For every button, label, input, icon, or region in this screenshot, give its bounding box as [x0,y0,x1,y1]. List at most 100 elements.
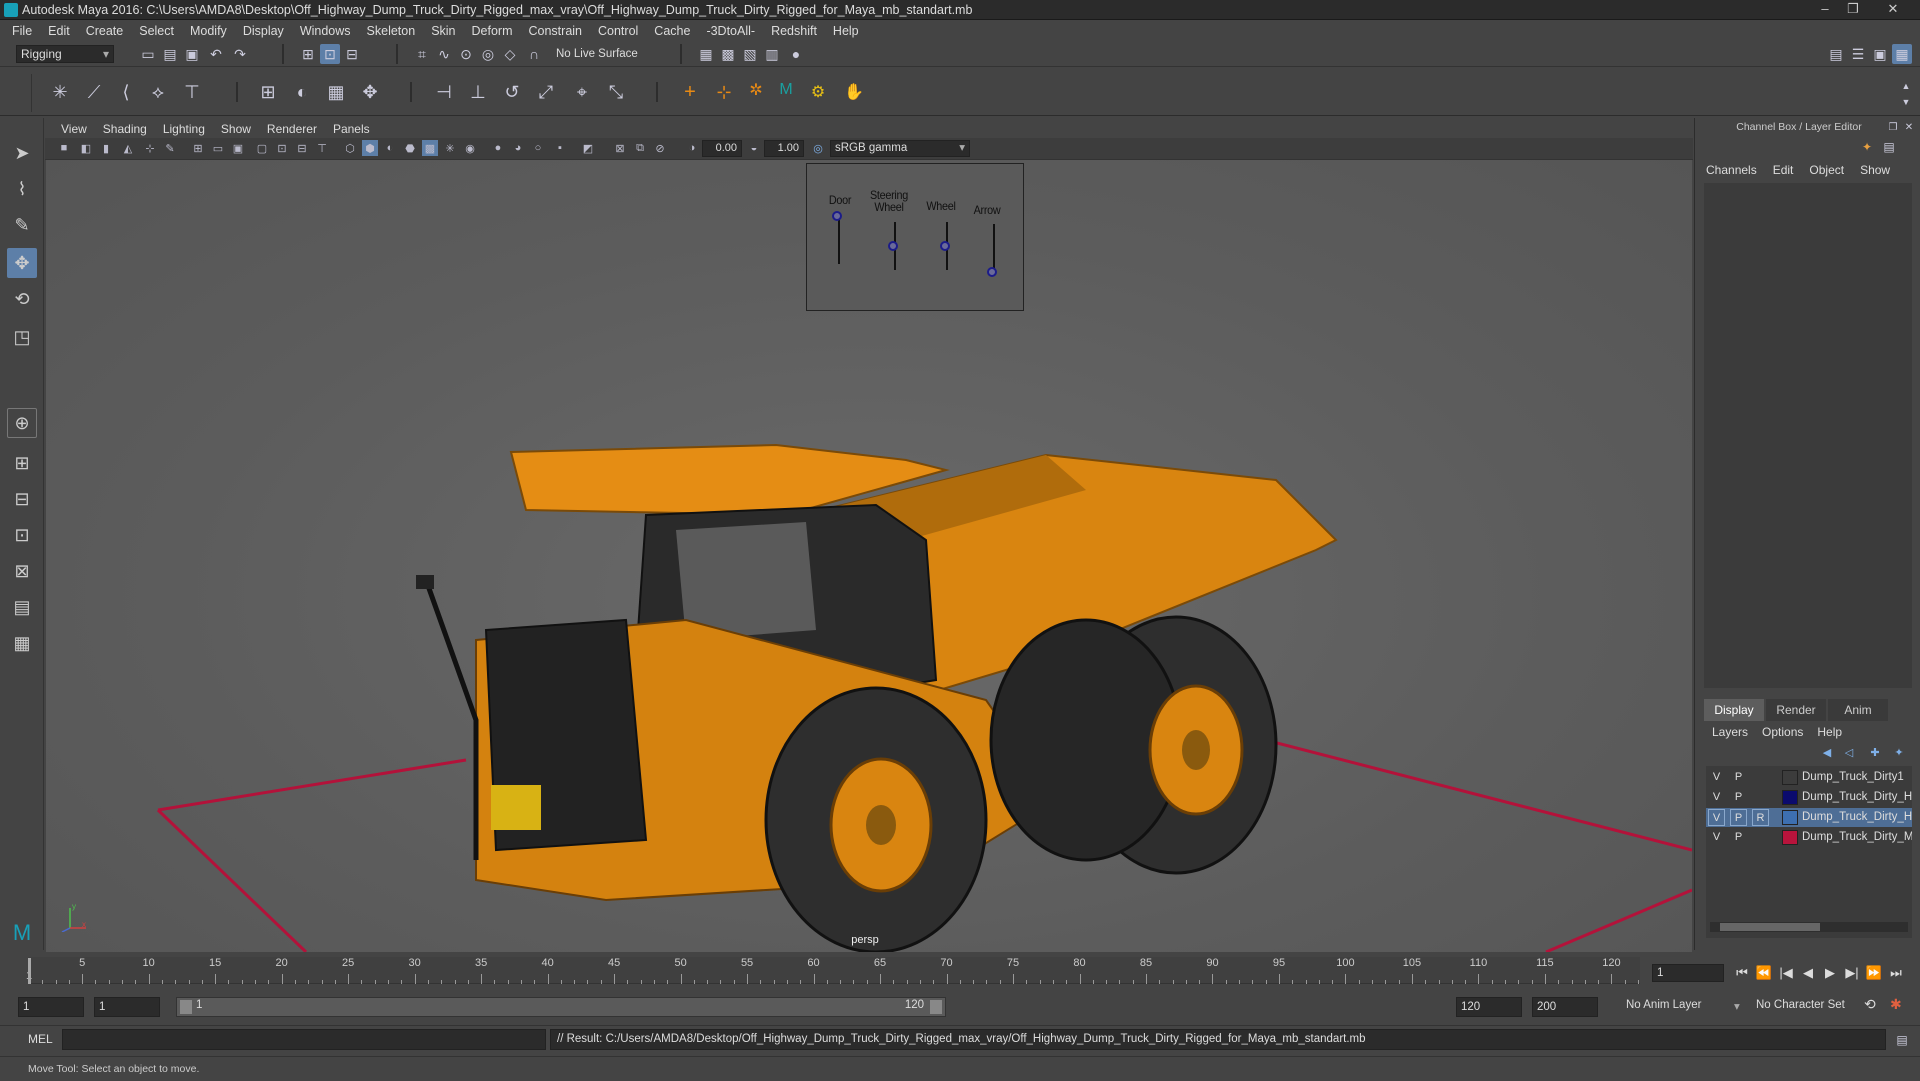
grease-pencil-icon[interactable]: ✎ [162,140,178,156]
menu-file[interactable]: File [4,24,40,38]
play-forwards-button[interactable]: ▶ [1820,963,1840,983]
attribute-icon[interactable]: ▤ [1880,138,1898,156]
locator-joint-icon[interactable]: ⊹ [714,82,734,102]
script-editor-icon[interactable]: ▤ [1892,1030,1912,1050]
tab-display[interactable]: Display [1704,699,1764,721]
layer-playback-toggle[interactable]: P [1730,829,1747,846]
menu-3dtoall[interactable]: -3DtoAll- [698,24,763,38]
close-panel-icon[interactable]: ✕ [1902,120,1916,134]
textured-icon[interactable]: ⬣ [402,140,418,156]
play-backwards-button[interactable]: ◀ [1798,963,1818,983]
snap-grid-icon[interactable]: ⌗ [412,44,432,64]
scrollbar-thumb[interactable] [1720,923,1820,931]
film-gate-icon[interactable]: ▭ [210,140,226,156]
menu-cache[interactable]: Cache [646,24,698,38]
layer-playback-toggle[interactable]: P [1730,769,1747,786]
viewport-menu-show[interactable]: Show [213,122,259,136]
grid-toggle-icon[interactable]: ⊞ [190,140,206,156]
smooth-bind-icon[interactable]: ⊞ [258,82,278,102]
backface-culling-icon[interactable]: ⊘ [652,140,668,156]
layer-display-type-toggle[interactable] [1752,829,1769,846]
layer-playback-toggle[interactable]: P [1730,809,1747,826]
hypershade-icon[interactable]: ● [786,44,806,64]
layer-color-swatch[interactable] [1782,830,1798,845]
animation-end-field[interactable]: 200 [1532,997,1598,1017]
anim-layer-dropdown-arrow[interactable]: ▾ [1734,999,1740,1013]
save-scene-icon[interactable]: ▣ [182,44,202,64]
layer-visibility-toggle[interactable]: V [1708,789,1725,806]
wheel-slider-knob[interactable] [940,241,950,251]
gate-mask-icon[interactable]: ▢ [254,140,270,156]
camera-attributes-icon[interactable]: ◧ [78,140,94,156]
lasso-tool-icon[interactable]: ⌇ [7,174,37,204]
tab-anim[interactable]: Anim [1828,699,1888,721]
layer-display-type-toggle[interactable] [1752,789,1769,806]
attribute-editor-icon[interactable]: ☰ [1848,44,1868,64]
script-language-toggle[interactable]: MEL [28,1032,53,1046]
character-set-dropdown[interactable]: No Character Set [1756,999,1845,1011]
close-button[interactable]: ✕ [1880,0,1906,18]
menu-modify[interactable]: Modify [182,24,235,38]
orient-constraint-icon[interactable]: ↺ [502,82,522,102]
step-forward-frame-button[interactable]: ▶| [1842,963,1862,983]
ik-handle-icon[interactable]: ⟡ [148,82,168,102]
range-end-handle[interactable] [930,1000,942,1014]
layer-playback-toggle[interactable]: P [1730,789,1747,806]
playback-end-field[interactable]: 120 [1456,997,1522,1017]
exposure-field[interactable]: 0.00 [702,140,742,157]
mirror-joint-icon[interactable]: ⟨ [116,82,136,102]
menu-display[interactable]: Display [235,24,292,38]
anim-layer-dropdown[interactable]: No Anim Layer [1626,999,1701,1011]
layer-row-selected[interactable]: V P R Dump_Truck_Dirty_Hel [1706,808,1912,827]
move-layer-up-icon[interactable]: ◀ [1818,743,1836,761]
current-frame-field[interactable]: 1 [1652,964,1724,982]
viewport-menu-shading[interactable]: Shading [95,122,155,136]
menu-create[interactable]: Create [78,24,132,38]
edit-menu[interactable]: Edit [1773,163,1810,177]
layer-visibility-toggle[interactable]: V [1708,829,1725,846]
insert-joint-icon[interactable]: ⟋ [84,82,104,102]
auto-key-icon[interactable]: ⟲ [1864,996,1876,1013]
animation-start-field[interactable]: 1 [18,997,84,1017]
menu-redshift[interactable]: Redshift [763,24,825,38]
layer-color-swatch[interactable] [1782,790,1798,805]
safe-title-icon[interactable]: ⊤ [314,140,330,156]
menu-help[interactable]: Help [825,24,867,38]
bookmark-icon[interactable]: ▮ [98,140,114,156]
motion-blur-icon[interactable]: ● [490,140,506,156]
color-management-icon[interactable]: ◎ [810,140,826,156]
layer-display-type-toggle[interactable] [1752,769,1769,786]
paint-select-icon[interactable]: ✎ [7,210,37,240]
show-menu[interactable]: Show [1860,163,1906,177]
render-current-icon[interactable]: ▩ [718,44,738,64]
step-back-key-button[interactable]: ⏪ [1754,963,1774,983]
range-slider[interactable] [176,997,946,1017]
cluster-icon[interactable]: ✥ [360,82,380,102]
rotate-tool-icon[interactable]: ⟲ [7,284,37,314]
layer-visibility-toggle[interactable]: V [1708,809,1725,826]
pole-vector-icon[interactable]: ⤡ [606,82,626,102]
isolate-select-icon[interactable]: ▪ [552,140,568,156]
show-manipulator-icon[interactable]: ⊕ [7,408,37,438]
locator-icon[interactable]: + [680,81,700,103]
maya-m-icon[interactable]: M [776,80,796,100]
joint-tool-icon[interactable]: ✳ [50,82,70,102]
tool-settings-icon[interactable]: ▣ [1870,44,1890,64]
outliner-layout-icon[interactable]: ▦ [7,628,37,658]
menu-set-dropdown[interactable]: Rigging [16,45,114,63]
persp-outliner-layout-icon[interactable]: ⊡ [7,520,37,550]
layer-visibility-toggle[interactable]: V [1708,769,1725,786]
scale-tool-icon[interactable]: ◳ [7,322,37,352]
steering-wheel-slider-knob[interactable] [888,241,898,251]
field-chart-icon[interactable]: ⊡ [274,140,290,156]
single-perspective-layout-icon[interactable]: ⊞ [7,448,37,478]
render-settings-icon[interactable]: ▥ [762,44,782,64]
channel-box-toggle-icon[interactable]: ▦ [1892,44,1912,64]
layer-row[interactable]: V P Dump_Truck_Dirty_Hel [1706,788,1912,807]
viewport-menu-view[interactable]: View [53,122,95,136]
step-back-frame-button[interactable]: |◀ [1776,963,1796,983]
layer-color-swatch[interactable] [1782,770,1798,785]
menu-constrain[interactable]: Constrain [521,24,591,38]
playback-start-field[interactable]: 1 [94,997,160,1017]
go-to-start-button[interactable]: ⏮ [1732,963,1752,983]
